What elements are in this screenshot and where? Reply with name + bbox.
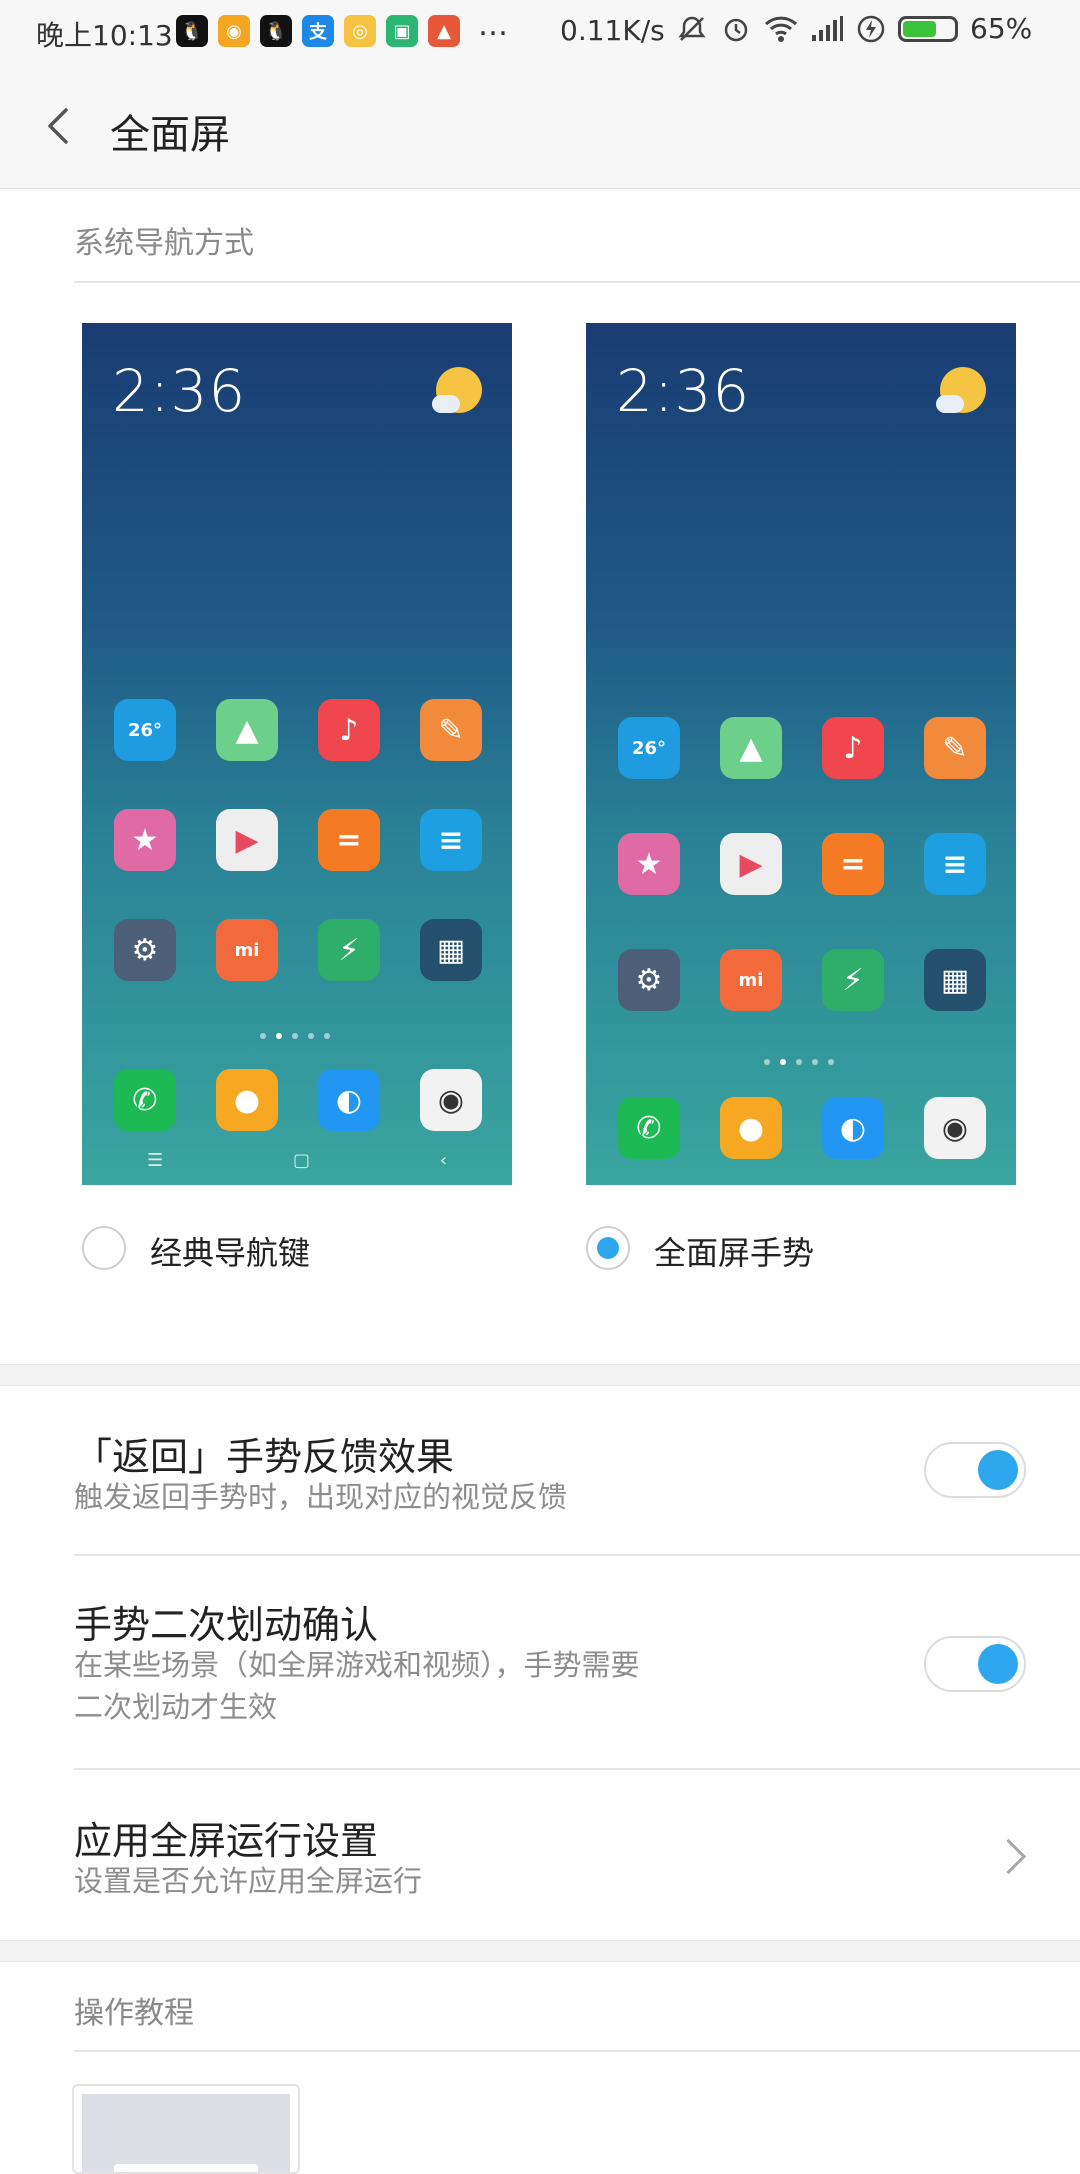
weather-app-icon: 26°: [618, 717, 680, 779]
weather-app-icon: 26°: [114, 699, 176, 761]
battery-icon: [898, 15, 958, 42]
security-app-icon: ⚡: [822, 949, 884, 1011]
navigation-keys: ☰ ▢ ‹: [82, 1150, 512, 1171]
wifi-icon: [764, 16, 798, 42]
section-label-navigation: 系统导航方式: [74, 226, 254, 261]
more-notifications-icon: …: [478, 8, 508, 43]
nav-key-icon: ▢: [292, 1150, 310, 1171]
browser-app-icon: ◐: [822, 1097, 884, 1159]
setting-subtitle-line1: 在某些场景（如全屏游戏和视频），手势需要: [74, 1648, 640, 1682]
classic-nav-preview[interactable]: 2:36 ☰ ▢ ‹ 26° ▲ ♪ ✎ ★ ▶ = ≡ ⚙ mi ⚡ ▦ ✆ ● ◐ ◉: [82, 323, 512, 1185]
setting-subtitle: 设置是否允许应用全屏运行: [74, 1864, 423, 1898]
settings-app-icon: ⚙: [618, 949, 680, 1011]
section-gap: [0, 1364, 1080, 1386]
gallery-app-icon: ▲: [720, 717, 782, 779]
radio-classic-nav[interactable]: [82, 1226, 126, 1270]
alarm-icon: [724, 18, 748, 41]
alipay-icon: 支: [302, 15, 334, 47]
qq-icon: 🐧: [260, 15, 292, 47]
camera-app-icon: ◉: [420, 1069, 482, 1131]
setting-title: 「返回」手势反馈效果: [74, 1435, 455, 1479]
status-time: 晚上10:13: [36, 19, 173, 52]
favorites-app-icon: ★: [114, 809, 176, 871]
nav-key-icon: ‹: [439, 1150, 448, 1171]
radio-gesture-nav[interactable]: [586, 1226, 630, 1270]
browser-app-icon: ◐: [318, 1069, 380, 1131]
setting-gesture-double-swipe[interactable]: 手势二次划动确认 在某些场景（如全屏游戏和视频），手势需要 二次划动才生效: [0, 1556, 1080, 1768]
setting-back-gesture-feedback[interactable]: 「返回」手势反馈效果 触发返回手势时，出现对应的视觉反馈: [0, 1386, 1080, 1554]
messages-app-icon: ●: [216, 1069, 278, 1131]
back-feedback-toggle[interactable]: [924, 1442, 1026, 1498]
mute-icon: [678, 16, 706, 41]
qq-icon: 🐧: [176, 15, 208, 47]
video-app-icon: ▶: [720, 833, 782, 895]
chevron-right-icon: [990, 1838, 1027, 1875]
camera-app-icon: ◉: [924, 1097, 986, 1159]
back-icon[interactable]: [40, 106, 80, 146]
settings-app-icon: ⚙: [114, 919, 176, 981]
themes-app-icon: ✎: [924, 717, 986, 779]
section-divider: [74, 2050, 1080, 2052]
network-speed: 0.11K/s: [560, 14, 665, 47]
cloud-icon: [432, 395, 460, 413]
app-header: 全面屏: [0, 66, 1080, 189]
page-indicator: [764, 1059, 834, 1065]
charging-icon: [857, 15, 885, 42]
security-app-icon: ⚡: [318, 919, 380, 981]
status-bar: 晚上10:13 🐧 ◉ 🐧 支 ◎ ▣ ▲ … 0.11K/s 65%: [0, 0, 1080, 66]
cloud-icon: [936, 395, 964, 413]
notification-icons: 🐧 ◉ 🐧 支 ◎ ▣ ▲: [176, 13, 460, 49]
section-label-tutorial: 操作教程: [74, 1996, 194, 2031]
setting-app-fullscreen[interactable]: 应用全屏运行设置 设置是否允许应用全屏运行: [0, 1770, 1080, 1938]
music-app-icon: ♪: [822, 717, 884, 779]
label-classic-nav[interactable]: 经典导航键: [150, 1228, 310, 1274]
phone-app-icon: ✆: [618, 1097, 680, 1159]
signal-icon: [812, 15, 843, 41]
tutorial-video-thumbnail[interactable]: [72, 2084, 300, 2174]
label-gesture-nav[interactable]: 全面屏手势: [654, 1228, 814, 1274]
fox-app-icon: ▲: [428, 15, 460, 47]
setting-subtitle: 触发返回手势时，出现对应的视觉反馈: [74, 1480, 568, 1514]
calculator-app-icon: =: [318, 809, 380, 871]
mi-store-app-icon: mi: [216, 919, 278, 981]
setting-title: 应用全屏运行设置: [74, 1819, 379, 1863]
preview-clock: 2:36: [112, 357, 247, 425]
music-app-icon: ♪: [318, 699, 380, 761]
messages-app-icon: ●: [720, 1097, 782, 1159]
folder-app-icon: ▦: [924, 949, 986, 1011]
section-gap: [0, 1940, 1080, 1962]
battery-percent: 65%: [970, 12, 1033, 45]
weibo-icon: ◎: [344, 15, 376, 47]
video-app-icon: ▶: [216, 809, 278, 871]
system-indicators: 65%: [676, 12, 1032, 45]
setting-title: 手势二次划动确认: [74, 1603, 379, 1647]
double-swipe-toggle[interactable]: [924, 1636, 1026, 1692]
section-divider: [74, 281, 1080, 283]
calculator-app-icon: =: [822, 833, 884, 895]
folder-app-icon: ▦: [420, 919, 482, 981]
notes-app-icon: ≡: [420, 809, 482, 871]
preview-clock: 2:36: [616, 357, 751, 425]
page-indicator: [260, 1033, 330, 1039]
nav-key-icon: ☰: [146, 1150, 164, 1171]
phone-app-icon: ✆: [114, 1069, 176, 1131]
mi-store-app-icon: mi: [720, 949, 782, 1011]
favorites-app-icon: ★: [618, 833, 680, 895]
notes-app-icon: ≡: [924, 833, 986, 895]
gesture-nav-preview[interactable]: 2:36 26° ▲ ♪ ✎ ★ ▶ = ≡ ⚙ mi ⚡ ▦ ✆ ● ◐ ◉: [586, 323, 1016, 1185]
shield-app-icon: ▣: [386, 15, 418, 47]
page-title: 全面屏: [110, 112, 230, 158]
gallery-app-icon: ▲: [216, 699, 278, 761]
pill-app-icon: ◉: [218, 15, 250, 47]
themes-app-icon: ✎: [420, 699, 482, 761]
setting-subtitle-line2: 二次划动才生效: [74, 1690, 278, 1724]
